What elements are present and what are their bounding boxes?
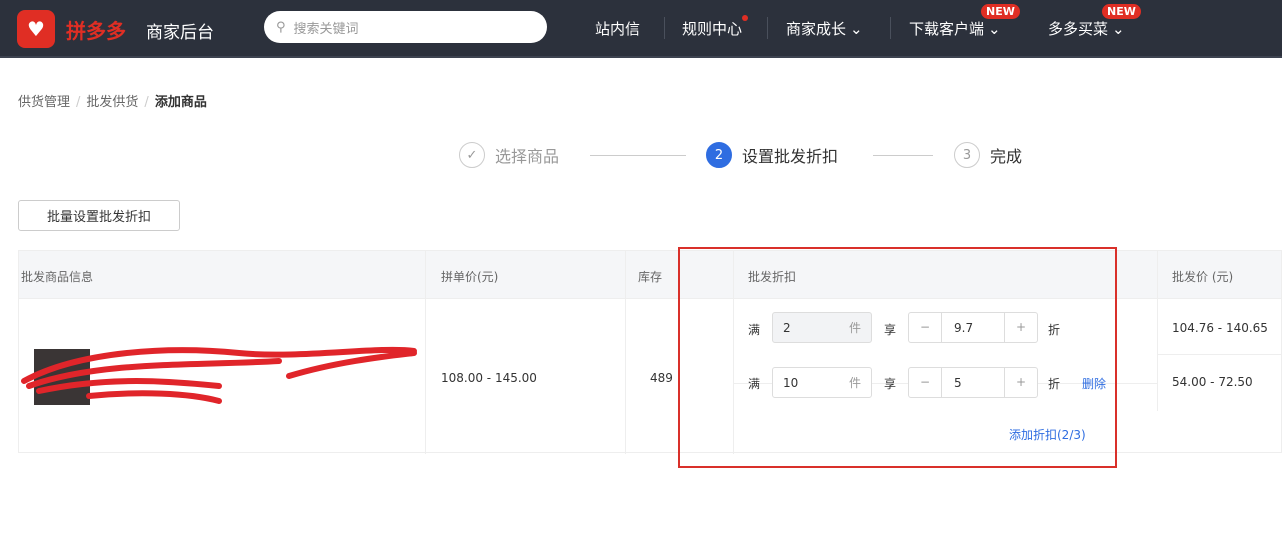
- step-number: 2: [706, 142, 732, 168]
- menu-download-client[interactable]: 下载客户端 ⌄ NEW: [909, 4, 1020, 39]
- breadcrumb-current: 添加商品: [154, 95, 207, 110]
- chevron-down-icon: ⌄: [850, 19, 863, 38]
- highlight-box: [678, 247, 1117, 468]
- brand-subtitle: 商家后台: [146, 23, 214, 43]
- step-label: 完成: [990, 147, 1023, 166]
- step-set-discount: 2 设置批发折扣: [706, 142, 838, 168]
- breadcrumb: 供货管理 / 批发供货 / 添加商品: [18, 95, 207, 110]
- group-price: 108.00 - 145.00: [441, 371, 537, 385]
- batch-set-discount-button[interactable]: 批量设置批发折扣: [18, 200, 180, 231]
- menu-label: 下载客户端: [909, 20, 985, 38]
- new-badge: NEW: [1102, 4, 1141, 19]
- menu-rules[interactable]: 规则中心: [682, 15, 749, 39]
- redaction-scribble: [21, 346, 417, 404]
- header-product-info: 批发商品信息: [21, 270, 94, 284]
- header-group-price: 拼单价(元): [441, 270, 499, 284]
- top-nav: ♥ 拼多多 商家后台 ⚲ 搜索关键词 站内信 规则中心 商家成长 ⌄ 下载客户端 ⌄ N…: [0, 0, 1282, 58]
- breadcrumb-item[interactable]: 供货管理: [18, 95, 70, 110]
- header-wholesale-price: 批发价 (元): [1172, 270, 1234, 284]
- search-icon: ⚲: [276, 19, 286, 35]
- menu-messages[interactable]: 站内信: [595, 18, 640, 39]
- wholesale-price: 54.00 - 72.50: [1172, 375, 1253, 389]
- search-input[interactable]: ⚲ 搜索关键词: [264, 11, 547, 43]
- step-select-product: ✓ 选择商品: [459, 142, 559, 168]
- breadcrumb-item[interactable]: 批发供货: [86, 95, 138, 110]
- step-label: 设置批发折扣: [742, 147, 839, 166]
- menu-label: 多多买菜: [1048, 20, 1109, 38]
- chevron-down-icon: ⌄: [988, 19, 1001, 38]
- divider: [890, 17, 891, 39]
- new-badge: NEW: [981, 4, 1020, 19]
- notification-dot-icon: [742, 15, 749, 21]
- header-stock: 库存: [638, 270, 663, 284]
- check-icon: ✓: [459, 142, 485, 168]
- divider: [664, 17, 665, 39]
- menu-duoduo-maicai[interactable]: 多多买菜 ⌄ NEW: [1048, 4, 1141, 39]
- step-label: 选择商品: [495, 147, 560, 166]
- search-placeholder: 搜索关键词: [293, 21, 359, 37]
- menu-label: 站内信: [595, 20, 641, 38]
- menu-growth[interactable]: 商家成长 ⌄: [786, 18, 863, 39]
- menu-label: 商家成长: [786, 20, 847, 38]
- stock: 489: [650, 371, 673, 385]
- step-number: 3: [954, 142, 980, 168]
- wholesale-price: 104.76 - 140.65: [1172, 321, 1268, 335]
- step-connector: [873, 155, 933, 156]
- step-complete: 3 完成: [954, 142, 1022, 168]
- brand-name: 拼多多: [66, 19, 126, 43]
- divider: [767, 17, 768, 39]
- pinduoduo-logo-icon[interactable]: ♥: [17, 10, 55, 48]
- chevron-down-icon: ⌄: [1112, 19, 1125, 38]
- menu-label: 规则中心: [682, 15, 749, 39]
- step-connector: [590, 155, 686, 156]
